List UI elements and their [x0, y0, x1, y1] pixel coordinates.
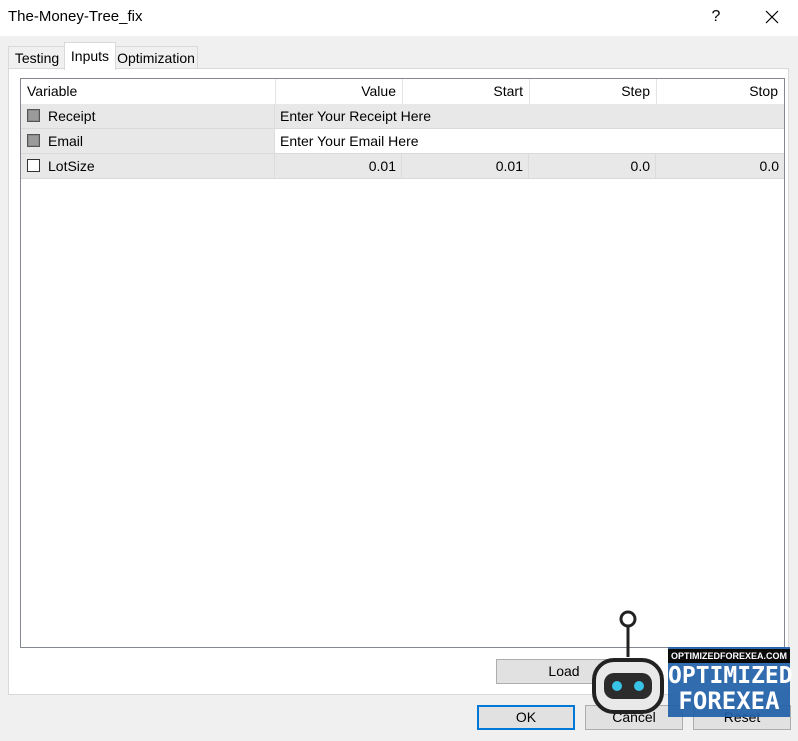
close-icon [765, 10, 779, 24]
table-row[interactable]: Receipt Enter Your Receipt Here [21, 104, 784, 129]
watermark-site: OPTIMIZEDFOREXEA.COM [668, 649, 790, 663]
watermark-line1: OPTIMIZED [668, 663, 793, 689]
grid-header: Variable Value Start Step Stop [21, 79, 784, 105]
variable-cell: LotSize [21, 154, 275, 178]
step-cell[interactable]: 0.0 [529, 154, 656, 178]
tab-testing[interactable]: Testing [8, 46, 66, 69]
row-checkbox[interactable] [27, 109, 40, 122]
variable-cell: Email [21, 129, 275, 153]
variable-cell: Receipt [21, 104, 275, 128]
value-cell[interactable]: Enter Your Receipt Here [275, 104, 784, 128]
watermark-line2: FOREXEA [678, 687, 780, 715]
value-cell[interactable]: Enter Your Email Here [275, 129, 784, 153]
row-checkbox[interactable] [27, 159, 40, 172]
help-button[interactable]: ? [705, 3, 727, 31]
start-cell[interactable]: 0.01 [402, 154, 529, 178]
column-header-start[interactable]: Start [403, 79, 530, 104]
column-header-step[interactable]: Step [530, 79, 657, 104]
ok-button[interactable]: OK [477, 705, 575, 730]
tab-optimization[interactable]: Optimization [114, 46, 198, 69]
column-header-stop[interactable]: Stop [657, 79, 784, 104]
column-header-variable[interactable]: Variable [21, 79, 276, 104]
value-cell[interactable]: 0.01 [275, 154, 402, 178]
tab-inputs[interactable]: Inputs [64, 42, 116, 70]
table-row[interactable]: LotSize 0.01 0.01 0.0 0.0 [21, 154, 784, 179]
title-bar: The-Money-Tree_fix ? [0, 0, 798, 36]
window-title: The-Money-Tree_fix [8, 8, 143, 25]
close-button[interactable] [758, 3, 786, 31]
table-row[interactable]: Email Enter Your Email Here [21, 129, 784, 154]
variable-name: Receipt [48, 108, 96, 124]
inputs-panel: Variable Value Start Step Stop Receipt E… [8, 68, 789, 695]
row-checkbox[interactable] [27, 134, 40, 147]
column-header-value[interactable]: Value [276, 79, 403, 104]
stop-cell[interactable]: 0.0 [656, 154, 784, 178]
inputs-grid: Variable Value Start Step Stop Receipt E… [20, 78, 785, 648]
watermark: OPTIMIZEDFOREXEA.COM OPTIMIZED FOREXEA [590, 605, 795, 720]
variable-name: Email [48, 133, 84, 149]
variable-name: LotSize [48, 158, 95, 174]
